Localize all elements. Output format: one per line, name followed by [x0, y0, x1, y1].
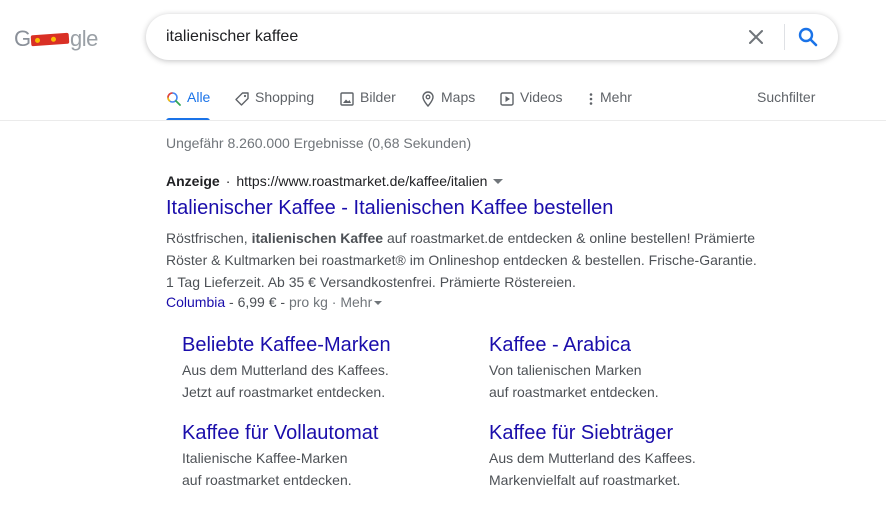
logo-text-rest: gle	[70, 26, 98, 51]
chevron-down-icon	[374, 301, 383, 306]
ad-separator: ·	[225, 173, 231, 189]
ad-extension-separator: ·	[327, 294, 341, 310]
ad-extension-link[interactable]: Columbia	[166, 294, 225, 310]
sitelink: Kaffee für Siebträger Aus dem Mutterland…	[489, 422, 769, 491]
tab-label: Videos	[520, 89, 563, 105]
more-vert-icon	[589, 93, 593, 105]
ad-title-link[interactable]: Italienischer Kaffee - Italienischen Kaf…	[166, 197, 613, 220]
ad-extension-price: - 6,99 € -	[225, 294, 289, 310]
ad-extension: Columbia - 6,99 € - pro kg · Mehr	[166, 294, 383, 310]
tab-mehr[interactable]: Mehr	[588, 89, 632, 119]
tag-icon	[235, 92, 249, 106]
play-icon	[500, 92, 514, 106]
sitelink-desc: Aus dem Mutterland des Kaffees.	[182, 362, 389, 378]
sitelink-title[interactable]: Kaffee für Vollautomat	[182, 422, 462, 445]
ad-url[interactable]: https://www.roastmarket.de/kaffee/italie…	[236, 173, 487, 189]
sitelink-desc: Aus dem Mutterland des Kaffees.	[489, 450, 696, 466]
ad-extension-unit: pro kg	[288, 294, 328, 310]
tab-label: Mehr	[600, 89, 632, 105]
search-divider	[784, 24, 785, 50]
sitelink-desc: Von talienischen Marken	[489, 362, 642, 378]
ad-desc-text: Röstfrischen,	[166, 230, 252, 246]
sitelink-title[interactable]: Kaffee für Siebträger	[489, 422, 769, 445]
tab-videos[interactable]: Videos	[499, 89, 563, 119]
sitelink-desc: auf roastmarket entdecken.	[489, 384, 659, 400]
sitelink: Kaffee für Vollautomat Italienische Kaff…	[182, 422, 462, 491]
map-pin-icon	[422, 91, 434, 107]
ad-desc-highlight: italienischen Kaffee	[251, 230, 384, 246]
header-divider	[0, 120, 886, 121]
tab-shopping[interactable]: Shopping	[234, 89, 314, 119]
sitelink: Kaffee - Arabica Von talienischen Marken…	[489, 334, 769, 403]
ad-extension-more[interactable]: Mehr	[340, 294, 383, 310]
search-filter-button[interactable]: Suchfilter	[757, 89, 815, 105]
tab-bilder[interactable]: Bilder	[339, 89, 396, 119]
image-icon	[340, 92, 354, 106]
logo-letter-g: G	[14, 26, 31, 51]
close-icon	[749, 30, 763, 44]
sitelink-title[interactable]: Kaffee - Arabica	[489, 334, 769, 357]
ad-url-line: Anzeige · https://www.roastmarket.de/kaf…	[166, 173, 504, 189]
result-stats: Ungefähr 8.260.000 Ergebnisse (0,68 Seku…	[166, 135, 472, 151]
doodle-icon	[30, 32, 70, 47]
search-icon	[167, 92, 181, 106]
search-input[interactable]	[166, 25, 746, 49]
chevron-down-icon[interactable]	[493, 179, 504, 184]
tab-label: Bilder	[360, 89, 396, 105]
clear-button[interactable]	[744, 25, 768, 49]
search-icon	[798, 27, 818, 47]
sitelink-desc: Jetzt auf roastmarket entdecken.	[182, 384, 386, 400]
tab-alle[interactable]: Alle	[166, 89, 211, 121]
tab-maps[interactable]: Maps	[420, 89, 475, 119]
sitelink-title[interactable]: Beliebte Kaffee-Marken	[182, 334, 462, 357]
more-label: Mehr	[340, 294, 373, 310]
sitelink-desc: Markenvielfalt auf roastmarket.	[489, 472, 681, 488]
tab-label: Alle	[187, 89, 211, 105]
sitelink-desc: Italienische Kaffee-Marken	[182, 450, 348, 466]
sitelink-desc: auf roastmarket entdecken.	[182, 472, 352, 488]
sitelink: Beliebte Kaffee-Marken Aus dem Mutterlan…	[182, 334, 462, 403]
tab-label: Maps	[441, 89, 476, 105]
google-logo[interactable]: G gle	[14, 26, 98, 51]
search-button[interactable]	[796, 25, 820, 49]
ad-description: Röstfrischen, italienischen Kaffee auf r…	[166, 227, 766, 293]
ad-label: Anzeige	[166, 173, 220, 189]
tab-label: Shopping	[255, 89, 315, 105]
search-box	[146, 14, 838, 60]
